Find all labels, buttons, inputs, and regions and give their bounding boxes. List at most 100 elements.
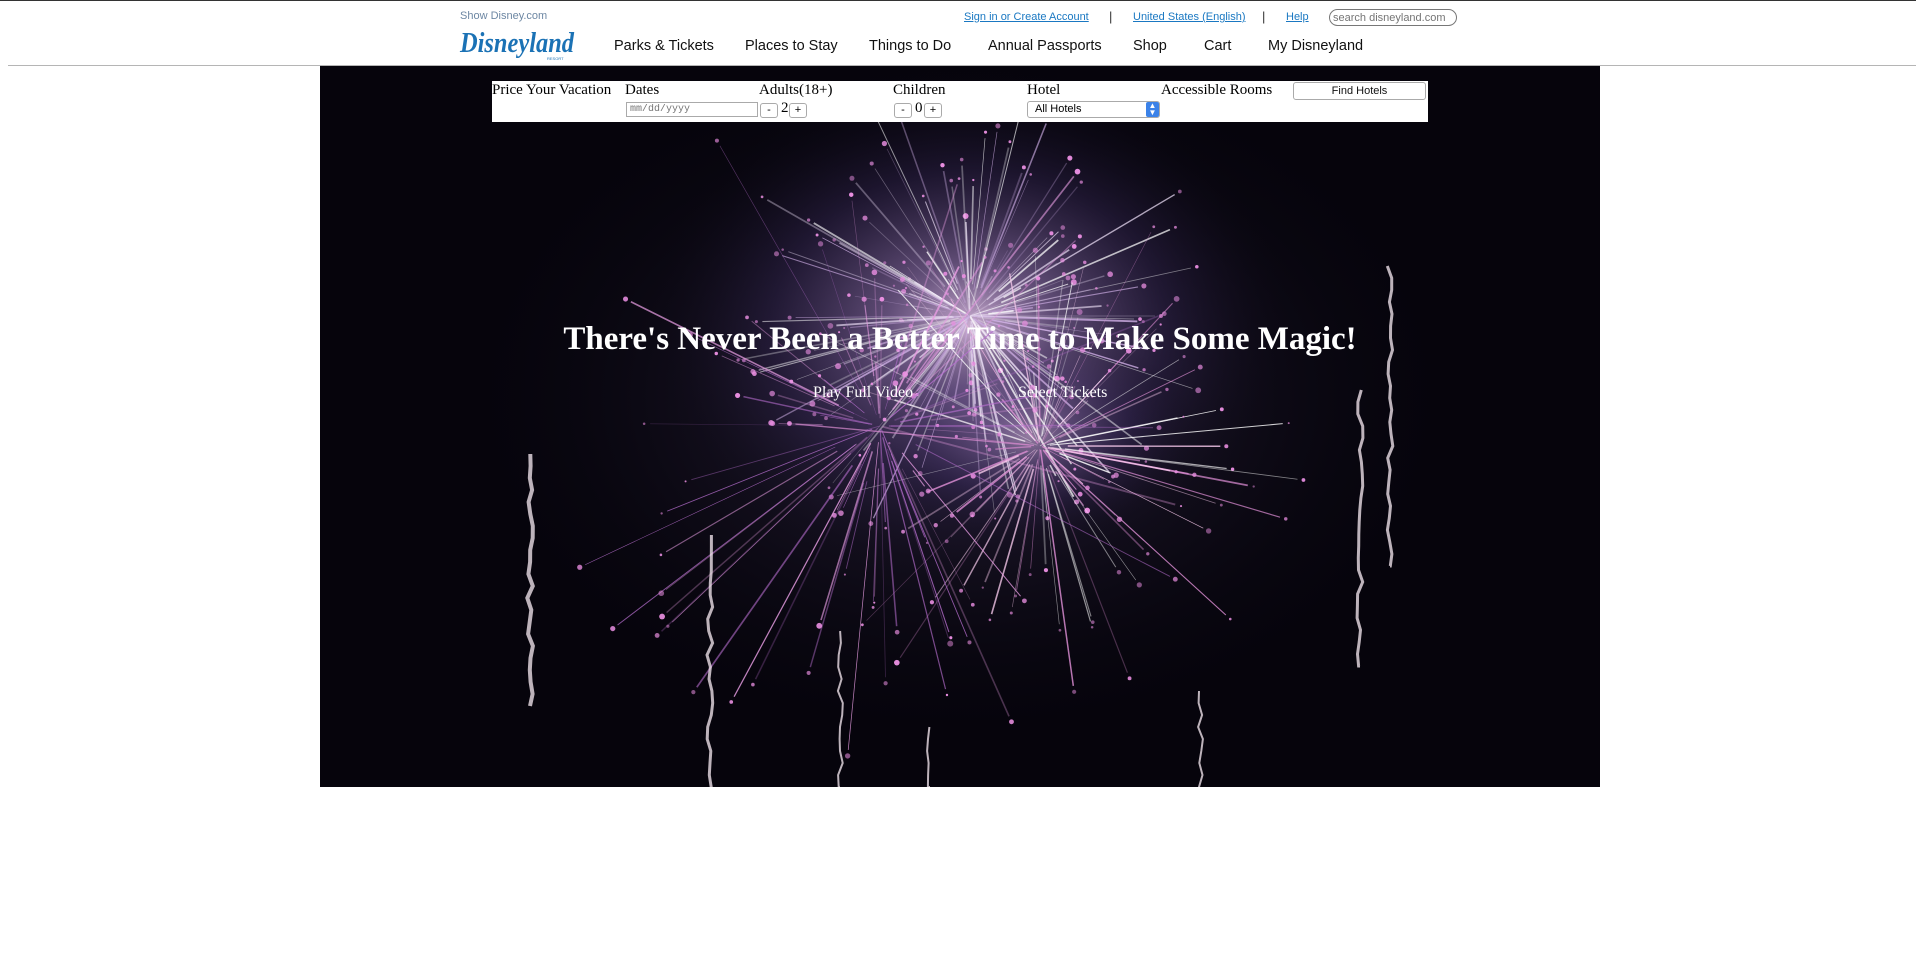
firework-spark <box>658 590 665 597</box>
firework-spark <box>745 315 749 320</box>
firework-spark <box>1064 380 1067 384</box>
firework-spark <box>1173 296 1180 302</box>
search-input[interactable] <box>1329 9 1457 26</box>
date-field[interactable] <box>626 102 758 117</box>
fireworks-background <box>320 66 1600 787</box>
firework-spark <box>888 441 891 445</box>
children-decrement-button[interactable]: - <box>894 103 912 118</box>
firework-spark <box>1045 404 1049 408</box>
firework-spark <box>1070 274 1076 280</box>
children-increment-button[interactable]: + <box>924 103 942 118</box>
nav-shop[interactable]: Shop <box>1133 38 1167 54</box>
firework-spark <box>1032 247 1038 253</box>
firework-spark <box>684 480 687 483</box>
firework-spark <box>990 406 993 409</box>
firework-spark <box>993 269 997 273</box>
nav-things-to-do[interactable]: Things to Do <box>869 38 951 54</box>
region-link[interactable]: United States (English) <box>1133 11 1246 23</box>
logo-text: Disneyland <box>459 27 574 59</box>
firework-spark <box>943 271 948 276</box>
firework-spark <box>1008 140 1012 144</box>
firework-spark <box>1001 380 1005 383</box>
firework-spark <box>951 405 955 409</box>
adults-count: 2 <box>781 100 789 116</box>
firework-spark <box>957 177 961 180</box>
firework-spark <box>736 358 740 362</box>
firework-spark <box>1228 617 1232 621</box>
firework-spark <box>861 296 867 302</box>
firework-spark <box>1058 628 1062 632</box>
select-tickets-link[interactable]: Select Tickets <box>1018 384 1107 402</box>
firework-spark <box>979 495 983 499</box>
hotel-select[interactable]: All Hotels ▲ ▼ <box>1027 101 1160 118</box>
nav-annual-passports[interactable]: Annual Passports <box>988 38 1102 54</box>
firework-spark <box>1091 422 1097 428</box>
firework-spark <box>1152 225 1156 229</box>
firework-spark <box>922 245 925 248</box>
firework-spark <box>1076 379 1079 383</box>
firework-spark <box>1060 257 1065 263</box>
disneyland-logo[interactable]: Disneyland RESORT <box>459 24 579 62</box>
accessible-rooms-label: Accessible Rooms <box>1161 82 1273 98</box>
link-separator: | <box>1262 9 1266 24</box>
firework-spark <box>1174 470 1178 474</box>
firework-spark <box>997 432 1002 437</box>
firework-spark <box>959 588 964 593</box>
nav-my-disneyland[interactable]: My Disneyland <box>1268 38 1363 54</box>
firework-spark <box>1071 244 1077 249</box>
firework-spark <box>1028 573 1032 577</box>
firework-spark <box>1195 387 1202 394</box>
firework-spark <box>1009 719 1014 725</box>
firework-spark <box>1219 407 1224 412</box>
firework-spark <box>1177 189 1182 194</box>
show-disney-link[interactable]: Show Disney.com <box>460 10 547 22</box>
firework-spark <box>869 161 874 166</box>
sign-in-link[interactable]: Sign in or Create Account <box>964 11 1089 23</box>
firework-spark <box>954 434 958 439</box>
firework-spark <box>919 491 925 497</box>
children-count: 0 <box>915 100 923 116</box>
firework-spark <box>862 215 868 221</box>
firework-spark <box>843 573 846 576</box>
nav-places-to-stay[interactable]: Places to Stay <box>745 38 838 54</box>
firework-spark <box>1106 304 1109 307</box>
firework-spark <box>824 416 828 421</box>
firework-spark <box>1074 168 1081 175</box>
firework-spark <box>995 123 1001 129</box>
firework-spark <box>945 693 949 697</box>
firework-spark <box>860 623 864 627</box>
firework-spark <box>947 640 954 647</box>
find-hotels-button[interactable]: Find Hotels <box>1293 82 1426 100</box>
adults-increment-button[interactable]: + <box>789 103 807 118</box>
firework-spark <box>884 526 888 530</box>
firework-spark <box>1065 275 1071 281</box>
firework-spark <box>901 529 905 534</box>
nav-parks-tickets[interactable]: Parks & Tickets <box>614 38 714 54</box>
firework-spark <box>844 753 851 759</box>
firework-spark <box>660 512 663 515</box>
firework-spark <box>1141 283 1147 289</box>
firework-spark <box>913 454 918 459</box>
firework-spark <box>1136 582 1142 588</box>
firework-spark <box>1008 242 1014 248</box>
firework-spark <box>1072 689 1077 694</box>
firework-spark <box>1007 266 1010 269</box>
firework-spark <box>940 162 945 168</box>
firework-spark <box>983 256 987 259</box>
hero-video[interactable] <box>320 66 1600 787</box>
firework-spark <box>1021 165 1026 170</box>
firework-spark <box>959 157 964 162</box>
firework-spark <box>735 392 741 398</box>
help-link[interactable]: Help <box>1286 11 1309 23</box>
nav-cart[interactable]: Cart <box>1204 38 1231 54</box>
firework-spark <box>949 636 953 640</box>
adults-decrement-button[interactable]: - <box>760 103 778 118</box>
firework-spark <box>983 130 988 134</box>
firework-spark <box>905 303 909 307</box>
firework-spark <box>729 700 734 704</box>
firework-spark <box>1014 594 1018 598</box>
firework-spark <box>904 286 908 290</box>
adults-label: Adults(18+) <box>759 82 833 98</box>
play-full-video-link[interactable]: Play Full Video <box>813 384 913 402</box>
firework-spark <box>666 624 670 628</box>
